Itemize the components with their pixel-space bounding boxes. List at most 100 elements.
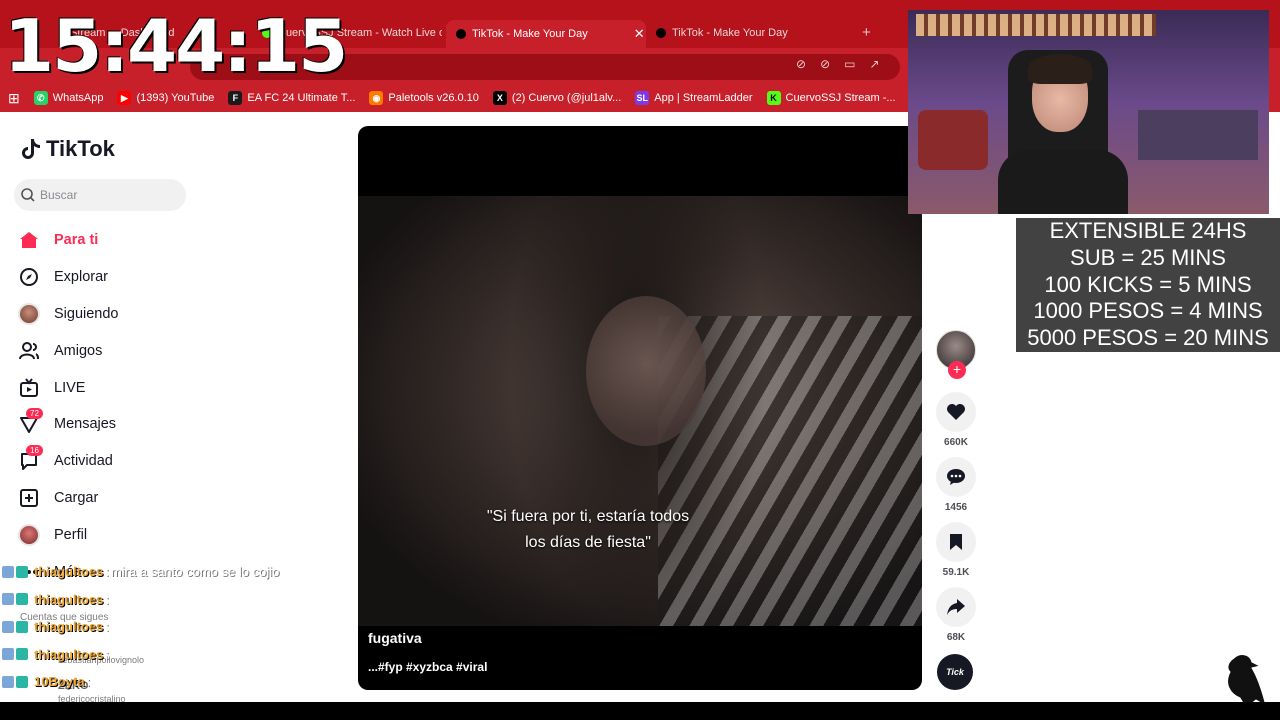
streamladder-icon: SL (635, 91, 650, 105)
share-count: 68K (946, 632, 966, 643)
profile-avatar (18, 523, 40, 546)
chat-separator: : (86, 674, 91, 690)
nav-item-explorar[interactable]: Explorar (18, 259, 119, 296)
share-icon[interactable]: ↗ (869, 57, 879, 71)
video-caption: "Si fuera por ti, estaría todos los días… (438, 504, 738, 556)
comment-button[interactable] (936, 457, 976, 497)
nav-item-perfil[interactable]: Perfil (18, 516, 119, 553)
screen: Stream ... Dashboard CuervoSSJ Stream - … (0, 0, 1280, 720)
bookmark-paletools[interactable]: ◉ Paletools v26.0.10 (369, 91, 479, 105)
video-player[interactable]: "Si fuera por ti, estaría todos los días… (358, 126, 922, 690)
nav-label: Cargar (54, 489, 99, 506)
nav-label: Explorar (54, 269, 108, 286)
bottom-bar (0, 702, 1280, 720)
bookmark-streamladder[interactable]: SL App | StreamLadder (635, 91, 753, 105)
creator-avatar[interactable]: + (936, 330, 976, 379)
heart-icon (947, 404, 965, 420)
chat-message: thiagultoes : (2, 641, 362, 669)
nav-label: Actividad (54, 453, 113, 470)
bookmark-kick-stream[interactable]: K CuervoSSJ Stream -... (766, 91, 896, 105)
bookmark-ea-fc[interactable]: F EA FC 24 Ultimate T... (228, 91, 355, 105)
webcam-body (998, 150, 1128, 214)
ea-fc-icon: F (228, 91, 243, 105)
chat-text: mira a santo como se lo cojio (110, 564, 280, 580)
new-tab-button[interactable]: + (862, 24, 871, 41)
chat-username: thiagultoes (34, 646, 104, 662)
nav-item-mensajes[interactable]: 72 Mensajes (18, 406, 119, 443)
tab-tiktok[interactable]: TikTok - Make Your Day (656, 22, 846, 44)
chat-username: 10Boyta (34, 674, 85, 690)
save-action: 59.1K (936, 522, 976, 587)
nav-item-actividad[interactable]: 16 Actividad (18, 443, 119, 480)
bookmark-label: WhatsApp (52, 92, 104, 104)
following-avatar (18, 302, 40, 325)
tab-label: TikTok - Make Your Day (472, 28, 588, 40)
cast-icon[interactable]: ▭ (844, 57, 855, 71)
mute-tab-icon[interactable]: ⊘ (820, 57, 830, 71)
chat-badge-icon (16, 593, 28, 606)
webcam-hair (1028, 54, 1092, 84)
bookmark-whatsapp[interactable]: ✆ WhatsApp (33, 91, 104, 105)
info-line: 1000 PESOS = 4 MINS (1033, 298, 1263, 324)
tick-badge[interactable]: Tick (937, 654, 973, 690)
nav-item-para-ti[interactable]: Para ti (18, 222, 119, 259)
chat-badge-icon (16, 675, 28, 688)
chat-username: thiagultoes (34, 619, 104, 635)
chat-badge-icon (2, 648, 14, 661)
nav-label: LIVE (54, 379, 86, 396)
x-icon: X (492, 91, 507, 105)
nav-label: Siguiendo (54, 305, 119, 322)
nav-item-cargar[interactable]: Cargar (18, 480, 119, 517)
chat-badge-icon (16, 620, 28, 633)
save-button[interactable] (936, 522, 976, 562)
chat-username: thiagultoes (34, 591, 104, 607)
activity-badge: 16 (26, 444, 43, 456)
tab-label: TikTok - Make Your Day (672, 27, 788, 39)
live-icon (18, 377, 40, 399)
nav-item-siguiendo[interactable]: Siguiendo (18, 296, 119, 333)
share-button[interactable] (936, 587, 976, 627)
chat-username: thiagultoes (34, 564, 104, 580)
video-author[interactable]: fugativa (368, 630, 422, 646)
nav-label: Para ti (54, 232, 99, 249)
like-button[interactable] (936, 392, 976, 432)
subathon-info-box: EXTENSIBLE 24HS SUB = 25 MINS 100 KICKS … (1016, 218, 1280, 352)
apps-icon[interactable]: ⊞ (8, 90, 20, 107)
bookmark-label: (1393) YouTube (136, 92, 215, 104)
bookmark-youtube[interactable]: ▶ (1393) YouTube (117, 91, 214, 105)
close-tab-icon[interactable]: ✕ (634, 23, 645, 45)
friends-icon (18, 340, 40, 362)
youtube-icon: ▶ (117, 91, 132, 105)
bookmark-x-cuervo[interactable]: X (2) Cuervo (@jul1alv... (492, 91, 621, 105)
chat-badge-icon (16, 565, 28, 578)
comment-action: 1456 (936, 457, 976, 522)
chat-badge-icon (2, 565, 14, 578)
webcam-lights (916, 14, 1156, 36)
raven-logo-icon (1227, 654, 1267, 709)
nav-item-live[interactable]: LIVE (18, 369, 119, 406)
tiktok-logo[interactable]: TikTok (20, 136, 115, 162)
nav-label: Mensajes (54, 416, 117, 433)
like-count: 660K (944, 437, 968, 448)
upload-icon (18, 487, 40, 509)
caption-line: los días de fiesta" (525, 534, 651, 551)
video-description[interactable]: ...#fyp #xyzbca #viral (368, 660, 487, 674)
bookmark-label: EA FC 24 Ultimate T... (247, 92, 356, 104)
comment-count: 1456 (944, 502, 968, 513)
video-face (586, 296, 706, 446)
stream-clock: 15:44:15 (4, 4, 348, 88)
tab-tiktok-active[interactable]: TikTok - Make Your Day ✕ (446, 20, 646, 48)
chat-separator: : (105, 564, 109, 580)
nav-item-amigos[interactable]: Amigos (18, 332, 119, 369)
search-icon (21, 188, 35, 202)
like-action: 660K (936, 392, 976, 457)
chat-separator: : (105, 591, 109, 607)
follow-button[interactable]: + (948, 361, 966, 379)
chat-separator: : (105, 619, 109, 635)
whatsapp-icon: ✆ (33, 91, 48, 105)
search-input[interactable]: Buscar (14, 179, 186, 211)
chat-separator: : (105, 646, 109, 662)
webcam-sofa (918, 110, 988, 170)
info-line: 100 KICKS = 5 MINS (1044, 271, 1252, 297)
mute-icon[interactable]: ⊘ (796, 57, 806, 71)
